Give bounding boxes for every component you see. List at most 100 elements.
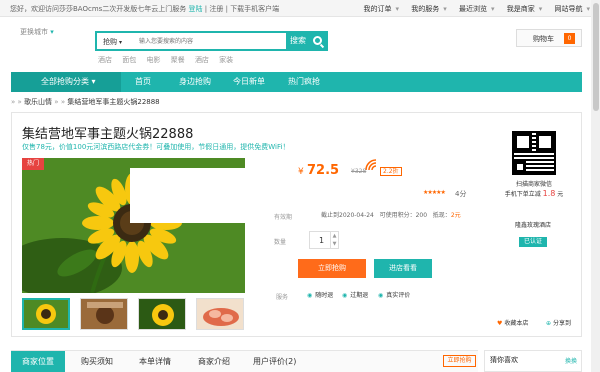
quantity-value: 1: [319, 236, 325, 245]
favorite-shop-link[interactable]: ♥ 收藏本店: [497, 318, 528, 327]
favorite-label: 收藏本店: [504, 320, 529, 327]
share-icon: ⊕: [546, 320, 552, 327]
hot-word[interactable]: 面包: [122, 56, 136, 64]
site-nav-link[interactable]: 网站导航: [554, 5, 582, 13]
service-text: 过期退: [350, 292, 369, 299]
nav-item-today[interactable]: 今日新单: [233, 72, 265, 92]
qr-caption: 扫描商家微信 手机下单立减 1.8 元: [502, 180, 566, 199]
hot-word[interactable]: 家装: [219, 56, 233, 64]
cart-label: 购物车: [533, 35, 554, 43]
header: 更换城市 ▾ 抢购 搜索 酒店 面包 电影 聚餐 酒店 家装 购物车 0: [0, 17, 600, 72]
thumbnail-image[interactable]: [138, 298, 186, 330]
search-input[interactable]: [139, 34, 279, 48]
thumbnail-strip: [22, 298, 254, 330]
quantity-label: 数量: [274, 239, 287, 246]
sunflower-thumbnail: [139, 299, 185, 329]
product-subtitle: 仅售78元，价值100元河滨西路店代金券！可叠加使用，节假日通用，提供免费WiF…: [22, 143, 290, 151]
service-refund-expired: ◉ 过期退: [342, 290, 368, 299]
register-link[interactable]: 注册: [209, 5, 223, 13]
cart-count-badge: 0: [564, 33, 575, 44]
cart-button[interactable]: 购物车 0: [516, 29, 582, 47]
share-label: 分享到: [552, 320, 571, 327]
service-text: 随时退: [315, 292, 334, 299]
chevron-down-icon: ▾: [443, 5, 447, 13]
service-text: 真实评价: [386, 292, 411, 299]
merchant-link[interactable]: 我是商家: [507, 5, 535, 13]
breadcrumb-separator: »: [60, 98, 66, 106]
hot-word[interactable]: 聚餐: [171, 56, 185, 64]
check-icon: ◉: [378, 292, 384, 299]
check-icon: ◉: [307, 292, 313, 299]
hot-words: 酒店 面包 电影 聚餐 酒店 家装: [98, 55, 241, 65]
breadcrumb-category[interactable]: 歌乐山情: [24, 98, 52, 106]
recent-views-link[interactable]: 最近浏览: [459, 5, 487, 13]
hot-word[interactable]: 酒店: [98, 56, 112, 64]
breadcrumb-separator: »: [11, 98, 16, 106]
verified-badge: 已认证: [519, 237, 547, 247]
thumbnail-image[interactable]: [80, 298, 128, 330]
visit-store-button[interactable]: 进店看看: [374, 259, 432, 278]
change-batch-link[interactable]: 换换: [565, 356, 577, 365]
check-icon: ◉: [342, 292, 348, 299]
qr-code-icon: [512, 131, 556, 175]
nav-item-home[interactable]: 首页: [135, 72, 151, 92]
breadcrumb-separator: »: [17, 98, 22, 106]
search-icon: [313, 36, 322, 45]
photo-thumbnail: [81, 299, 127, 329]
all-categories-menu[interactable]: 全部抢购分类 ▾: [11, 72, 121, 92]
top-bar-greeting: 您好，欢迎访问莎莎BAOcms二次开发版七年云上门服务 登陆 | 注册 | 下载…: [10, 4, 279, 14]
top-bar: 您好，欢迎访问莎莎BAOcms二次开发版七年云上门服务 登陆 | 注册 | 下载…: [0, 0, 600, 17]
tab-buy-button[interactable]: 立即抢购: [443, 355, 476, 367]
thumbnail-image[interactable]: [22, 298, 70, 330]
image-overlay: [130, 168, 245, 223]
guess-you-like: 猜你喜欢 换换: [484, 350, 582, 372]
search-category-select[interactable]: 抢购: [103, 37, 122, 47]
wifi-icon: [365, 159, 377, 171]
search-button[interactable]: 搜索: [286, 33, 326, 49]
sunflower-thumbnail: [24, 300, 68, 328]
rating-score: 4分: [455, 190, 467, 198]
hot-word[interactable]: 电影: [146, 56, 160, 64]
service-refund-anytime: ◉ 随时退: [307, 290, 333, 299]
discount-badge: 2.2折: [380, 167, 402, 176]
product-title: 集结营地军事主题火锅22888: [22, 127, 194, 142]
chevron-down-icon: ▾: [490, 5, 495, 13]
chevron-down-icon: ▾: [48, 28, 54, 36]
share-link[interactable]: ⊕ 分享到: [546, 318, 571, 327]
product-panel: 集结营地军事主题火锅22888 仅售78元，价值100元河滨西路店代金券！可叠加…: [11, 112, 582, 337]
shop-name[interactable]: 隆鑫玫瑰酒店: [515, 220, 551, 229]
hot-word[interactable]: 酒店: [195, 56, 209, 64]
search-button-label: 搜索: [290, 36, 306, 45]
download-app-link[interactable]: 下载手机客户端: [230, 5, 279, 13]
change-city-link[interactable]: 更换城市 ▾: [20, 27, 54, 37]
tab-location[interactable]: 商家位置: [11, 351, 65, 372]
quantity-arrows[interactable]: ▲ ▼: [330, 232, 338, 248]
heart-icon: ♥: [497, 320, 503, 327]
my-orders-link[interactable]: 我的订单: [363, 5, 391, 13]
currency-symbol: ¥: [298, 167, 304, 177]
qr-scan-text: 扫描商家微信: [515, 181, 552, 188]
hot-badge: 热门: [22, 158, 44, 170]
top-bar-links: 我的订单 ▾ 我的服务 ▾ 最近浏览 ▾ 我是商家 ▾ 网站导航 ▾: [353, 4, 590, 14]
breadcrumb-separator: »: [54, 98, 59, 106]
my-services-link[interactable]: 我的服务: [411, 5, 439, 13]
tab-merchant[interactable]: 商家介绍: [198, 351, 230, 372]
valid-label: 有效期: [274, 214, 293, 221]
scrollbar-thumb[interactable]: [593, 3, 599, 111]
tab-reviews[interactable]: 用户评价(2): [253, 351, 296, 372]
thumbnail-image[interactable]: [196, 298, 244, 330]
guess-title: 猜你喜欢: [490, 356, 518, 364]
divider: |: [204, 5, 208, 13]
login-link[interactable]: 登陆: [189, 5, 203, 13]
divider: |: [225, 5, 228, 13]
nav-item-hot[interactable]: 热门疯抢: [288, 72, 320, 92]
points-info: 可使用积分：200: [379, 212, 428, 219]
tab-notice[interactable]: 购买须知: [81, 351, 113, 372]
original-price: ¥328: [351, 168, 367, 175]
tab-details[interactable]: 本单详情: [139, 351, 171, 372]
nav-item-nearby[interactable]: 身边抢购: [179, 72, 211, 92]
quantity-stepper[interactable]: 1 ▲ ▼: [309, 231, 339, 249]
scrollbar[interactable]: [591, 0, 600, 372]
buy-now-button[interactable]: 立即抢购: [298, 259, 366, 278]
search-box: 抢购 搜索: [95, 31, 328, 51]
